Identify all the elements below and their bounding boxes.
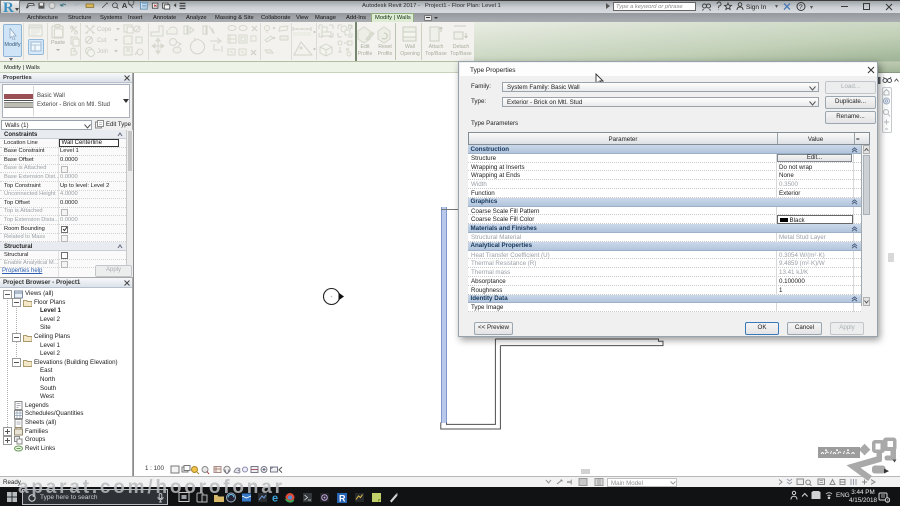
svg-text:Cope: Cope bbox=[97, 27, 112, 33]
svg-text:R: R bbox=[339, 493, 346, 503]
svg-text:Cut: Cut bbox=[97, 38, 107, 44]
svg-text:Join: Join bbox=[97, 49, 108, 55]
svg-text:?: ? bbox=[799, 4, 803, 11]
svg-text:A: A bbox=[122, 1, 128, 10]
svg-text:Sign In: Sign In bbox=[746, 4, 767, 11]
